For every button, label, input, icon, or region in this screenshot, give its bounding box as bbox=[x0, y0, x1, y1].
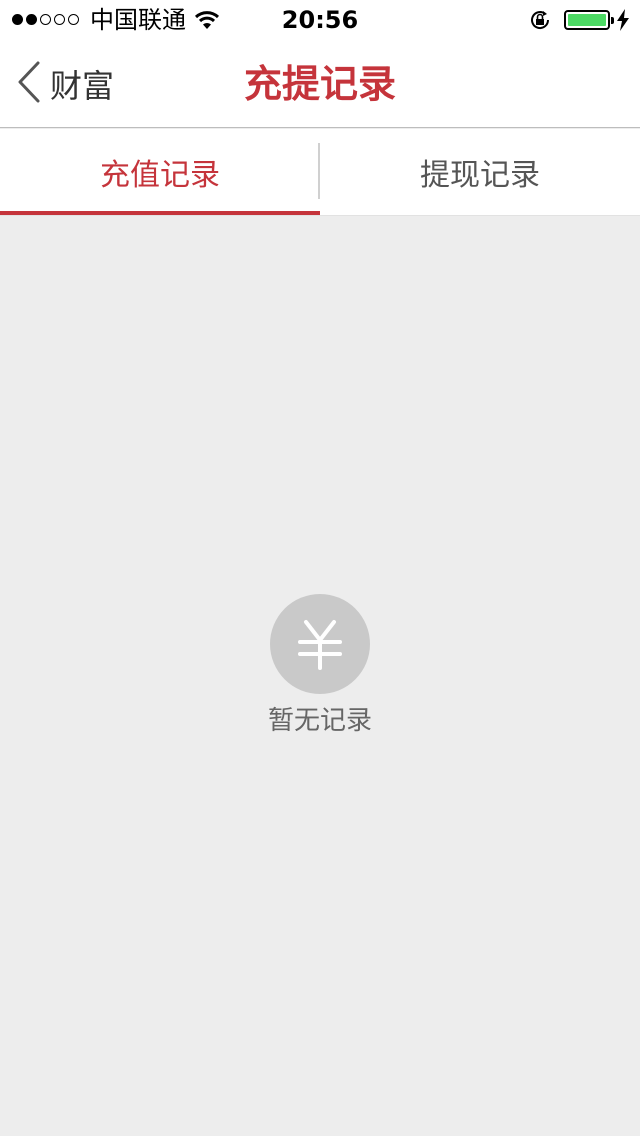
battery-icon bbox=[564, 10, 614, 30]
navigation-bar: 财富 充提记录 bbox=[0, 40, 640, 128]
tab-withdrawal-records[interactable]: 提现记录 bbox=[320, 129, 640, 215]
battery-nub bbox=[611, 17, 614, 24]
rotation-lock-icon bbox=[528, 8, 552, 36]
empty-state: 暂无记录 bbox=[0, 594, 640, 738]
page-title: 充提记录 bbox=[243, 62, 396, 106]
tab-recharge-records[interactable]: 充值记录 bbox=[0, 129, 320, 215]
status-bar: 中国联通 20:56 bbox=[0, 0, 640, 40]
battery-level bbox=[568, 14, 606, 26]
yen-icon bbox=[270, 594, 370, 694]
empty-message: 暂无记录 bbox=[267, 706, 372, 736]
charging-bolt-icon bbox=[616, 9, 630, 35]
active-tab-indicator bbox=[0, 211, 320, 215]
tab-bar: 充值记录 提现记录 bbox=[0, 129, 640, 216]
